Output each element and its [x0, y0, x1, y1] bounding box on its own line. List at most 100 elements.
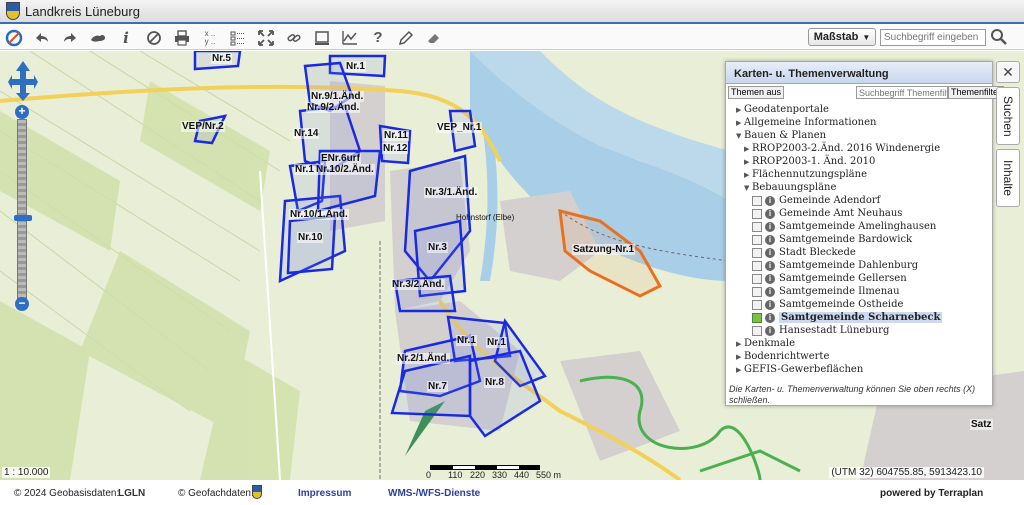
home-logo-icon[interactable] [0, 27, 28, 49]
help-icon[interactable]: ? [364, 27, 392, 49]
zoom-out-button[interactable]: − [15, 297, 29, 311]
undo-icon[interactable] [28, 27, 56, 49]
tree-item[interactable]: ▶ Denkmale [736, 337, 795, 350]
map-label-plan: ENr.6urf [320, 153, 361, 164]
legend-list-icon[interactable] [224, 27, 252, 49]
checkbox-icon[interactable] [752, 273, 762, 284]
layer-info-icon[interactable]: i [765, 247, 775, 258]
collapsed-triangle-icon[interactable]: ▶ [744, 145, 752, 153]
profile-chart-icon[interactable] [336, 27, 364, 49]
tree-item[interactable]: i Stadt Bleckede [752, 246, 856, 259]
tree-item-label: Gemeinde Adendorf [779, 195, 881, 206]
tree-item[interactable]: ▶ Flächennutzungspläne [744, 168, 867, 181]
panel-hint: Die Karten- u. Themenverwaltung können S… [729, 384, 976, 405]
tree-item[interactable]: ▶ GEFIS-Gewerbeflächen [736, 363, 863, 376]
impressum-link[interactable]: Impressum [298, 488, 351, 499]
checkbox-icon[interactable] [752, 299, 762, 310]
tree-item[interactable]: i Samtgemeinde Ilmenau [752, 285, 900, 298]
tab-contents[interactable]: Inhalte [996, 149, 1020, 207]
tree-item[interactable]: i Samtgemeinde Ostheide [752, 298, 903, 311]
layer-info-icon[interactable]: i [765, 195, 775, 206]
layer-info-icon[interactable]: i [765, 260, 775, 271]
tree-item[interactable]: i Gemeinde Amt Neuhaus [752, 207, 902, 220]
zoom-slider-handle[interactable] [14, 215, 32, 221]
scale-bar-tick: 440 [514, 470, 530, 480]
pan-control[interactable] [8, 61, 38, 101]
pencil-icon[interactable] [392, 27, 420, 49]
tree-item-label: Gemeinde Amt Neuhaus [779, 208, 903, 219]
wms-wfs-link[interactable]: WMS-/WFS-Dienste [388, 488, 480, 499]
tree-item[interactable]: ▼ Bebauungspläne [744, 181, 836, 194]
checkbox-icon[interactable] [752, 234, 762, 245]
print-icon[interactable] [168, 27, 196, 49]
tree-item[interactable]: ▶ RROP2003-2.Änd. 2016 Windenergie [744, 142, 940, 155]
map-label-plan: Nr.3/1.Änd. [424, 187, 479, 198]
layer-info-icon[interactable]: i [765, 312, 775, 323]
expanded-triangle-icon[interactable]: ▼ [736, 132, 744, 140]
collapsed-triangle-icon[interactable]: ▶ [744, 171, 752, 179]
collapsed-triangle-icon[interactable]: ▶ [736, 119, 744, 127]
tree-item[interactable]: i Hansestadt Lüneburg [752, 324, 889, 337]
tree-item[interactable]: ▶ Geodatenportale [736, 103, 829, 116]
powered-by[interactable]: powered by Terraplan [880, 488, 983, 499]
checkbox-icon[interactable] [752, 325, 762, 336]
tree-item[interactable]: ▶ Allgemeine Informationen [736, 116, 876, 129]
checkbox-icon[interactable] [752, 208, 762, 219]
zoom-in-button[interactable]: + [15, 105, 29, 119]
checkbox-checked-icon[interactable] [752, 312, 762, 323]
collapsed-triangle-icon[interactable]: ▶ [736, 353, 744, 361]
xy-coordinates-icon[interactable]: x .. y .. [196, 27, 224, 49]
lgln-logo[interactable]: LGLN [118, 488, 145, 499]
link-icon[interactable] [280, 27, 308, 49]
search-input[interactable] [880, 29, 986, 46]
map-label-plan: Nr.10/2.Änd. [315, 164, 375, 175]
theme-management-panel: Karten- u. Themenverwaltung Themen aus T… [725, 61, 1005, 406]
app-title: Landkreis Lüneburg [25, 3, 140, 19]
checkbox-icon[interactable] [752, 195, 762, 206]
zoom-slider[interactable] [14, 119, 32, 299]
eraser-icon[interactable] [420, 27, 448, 49]
layer-info-icon[interactable]: i [765, 325, 775, 336]
expanded-triangle-icon[interactable]: ▼ [744, 184, 752, 192]
checkbox-icon[interactable] [752, 247, 762, 258]
map-canvas[interactable]: Nr.5 Nr.1 Nr.9/1.Änd. Nr.9/2.Änd. VEP/Nr… [0, 51, 1024, 480]
redo-icon[interactable] [56, 27, 84, 49]
info-icon[interactable]: i [112, 27, 140, 49]
collapsed-triangle-icon[interactable]: ▶ [744, 158, 752, 166]
layer-box-icon[interactable] [308, 27, 336, 49]
scale-dropdown[interactable]: Maßstab ▼ [808, 28, 876, 46]
tree-item[interactable]: i Samtgemeinde Amelinghausen [752, 220, 936, 233]
tree-item[interactable]: ▶ RROP2003-1. Änd. 2010 [744, 155, 875, 168]
layer-info-icon[interactable]: i [765, 273, 775, 284]
tree-item[interactable]: i Samtgemeinde Bardowick [752, 233, 912, 246]
tree-item[interactable]: i Gemeinde Adendorf [752, 194, 880, 207]
collapsed-triangle-icon[interactable]: ▶ [736, 366, 744, 374]
collapsed-triangle-icon[interactable]: ▶ [736, 106, 744, 114]
map-label-plan: Nr.12 [382, 143, 409, 154]
tree-item[interactable]: ▼ Bauen & Planen [736, 129, 826, 142]
checkbox-icon[interactable] [752, 260, 762, 271]
pan-hand-icon[interactable] [84, 27, 112, 49]
search-icon[interactable] [990, 28, 1008, 46]
scale-readout: 1 : 10.000 [2, 467, 51, 478]
coat-of-arms-icon [6, 2, 20, 20]
tree-item[interactable]: i Samtgemeinde Dahlenburg [752, 259, 918, 272]
layer-info-icon[interactable]: i [765, 208, 775, 219]
tree-item[interactable]: i Samtgemeinde Scharnebeck [752, 311, 943, 324]
collapsed-triangle-icon[interactable]: ▶ [736, 340, 744, 348]
themes-off-button[interactable]: Themen aus [728, 86, 785, 99]
close-panel-button[interactable]: ✕ [996, 61, 1020, 83]
theme-filter-input[interactable] [856, 86, 948, 99]
layer-info-icon[interactable]: i [765, 221, 775, 232]
checkbox-icon[interactable] [752, 286, 762, 297]
layer-info-icon[interactable]: i [765, 234, 775, 245]
tree-item[interactable]: i Samtgemeinde Gellersen [752, 272, 907, 285]
tree-item-label: Flächennutzungspläne [752, 169, 867, 180]
tree-item[interactable]: ▶ Bodenrichtwerte [736, 350, 829, 363]
tab-search[interactable]: Suchen [996, 87, 1020, 145]
no-entry-icon[interactable] [140, 27, 168, 49]
layer-info-icon[interactable]: i [765, 299, 775, 310]
full-extent-icon[interactable] [252, 27, 280, 49]
checkbox-icon[interactable] [752, 221, 762, 232]
layer-info-icon[interactable]: i [765, 286, 775, 297]
